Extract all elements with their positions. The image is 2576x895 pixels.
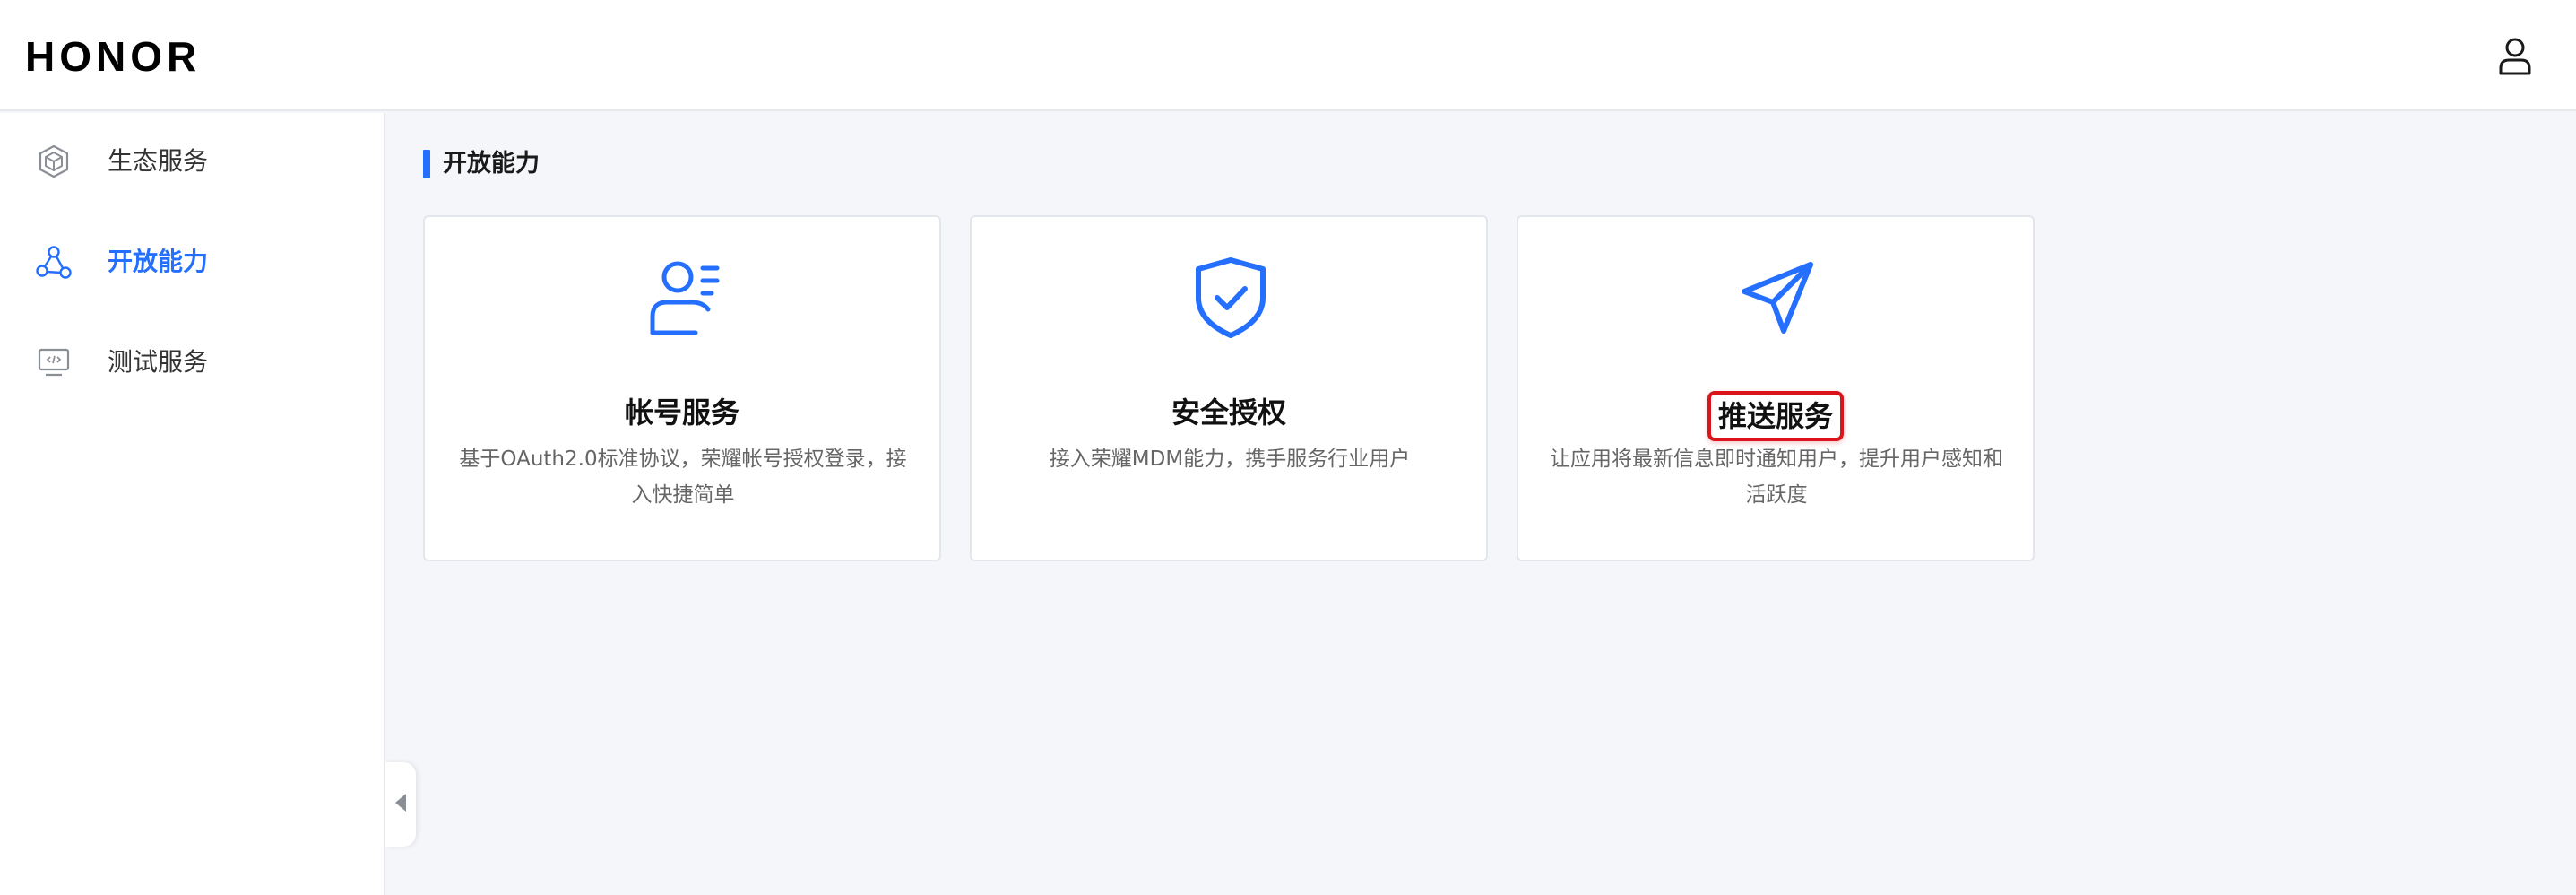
- user-icon[interactable]: [2497, 36, 2533, 75]
- card-description: 基于OAuth2.0标准协议，荣耀帐号授权登录，接入快捷简单: [459, 448, 907, 507]
- send-icon: [1733, 253, 1822, 343]
- sidebar: 生态服务 开放能力 测试服务: [0, 113, 385, 895]
- honor-logo[interactable]: HONOR: [25, 32, 201, 81]
- monitor-code-icon: [34, 344, 73, 380]
- card-security-authorization[interactable]: 安全授权 接入荣耀MDM能力，携手服务行业用户: [970, 215, 1488, 561]
- section-accent-bar: [423, 150, 430, 178]
- caret-left-icon: [393, 792, 408, 817]
- section-header: 开放能力: [423, 149, 540, 179]
- card-push-service[interactable]: 推送服务 让应用将最新信息即时通知用户，提升用户感知和活跃度: [1517, 215, 2035, 561]
- sidebar-item-label: 生态服务: [108, 146, 209, 176]
- card-title: 帐号服务: [624, 395, 739, 430]
- section-title: 开放能力: [443, 150, 540, 178]
- card-title-highlighted: 推送服务: [1707, 391, 1844, 441]
- sidebar-item-ecosystem-services[interactable]: 生态服务: [0, 126, 384, 197]
- sidebar-item-label: 开放能力: [108, 247, 209, 276]
- sidebar-collapse-button[interactable]: [385, 762, 416, 847]
- account-icon: [639, 253, 729, 343]
- nodes-icon: [34, 244, 73, 280]
- card-title: 安全授权: [1171, 395, 1286, 430]
- shield-check-icon: [1186, 253, 1275, 343]
- card-description: 让应用将最新信息即时通知用户，提升用户感知和活跃度: [1550, 448, 2003, 507]
- card-description: 接入荣耀MDM能力，携手服务行业用户: [1049, 448, 1411, 471]
- cube-icon: [34, 143, 73, 179]
- sidebar-item-open-capabilities[interactable]: 开放能力: [0, 226, 384, 298]
- sidebar-item-label: 测试服务: [108, 347, 209, 377]
- card-account-service[interactable]: 帐号服务 基于OAuth2.0标准协议，荣耀帐号授权登录，接入快捷简单: [423, 215, 941, 561]
- sidebar-item-testing-services[interactable]: 测试服务: [0, 326, 384, 398]
- top-bar: HONOR: [0, 0, 2576, 111]
